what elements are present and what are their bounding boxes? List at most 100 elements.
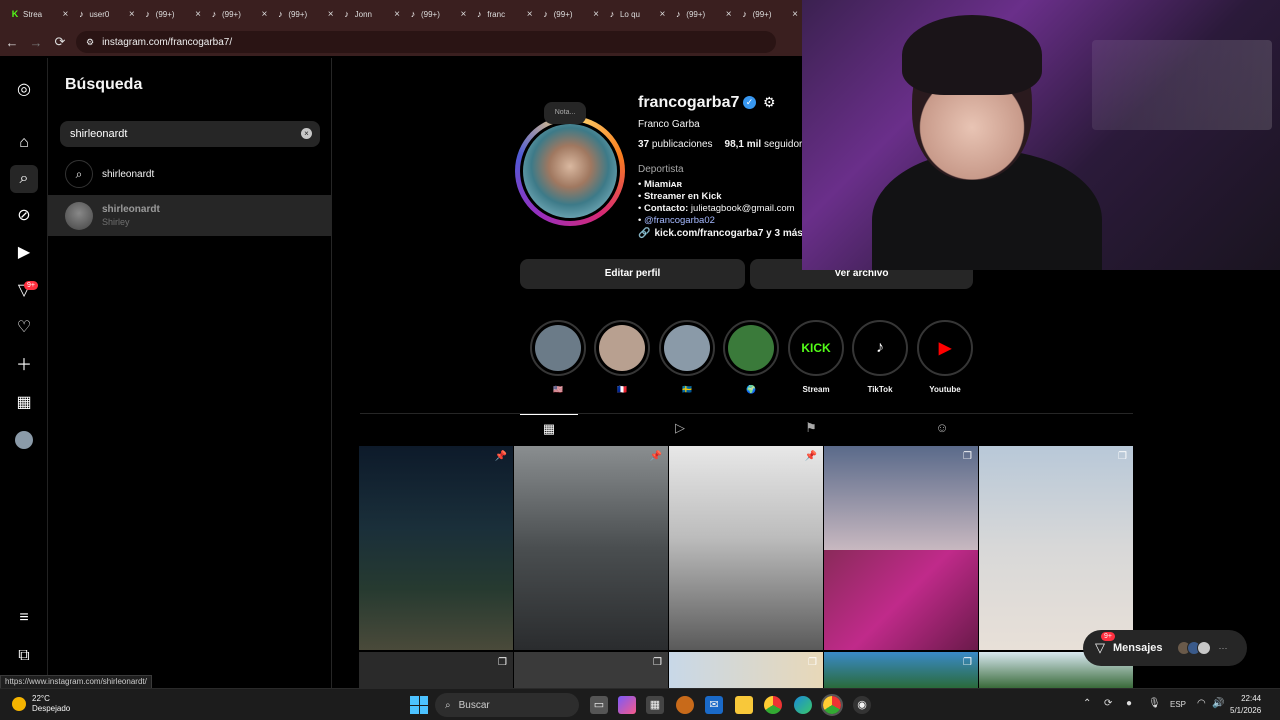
search-result-keyword[interactable]: ⌕ shirleonardt — [48, 156, 332, 192]
story-highlight[interactable]: ♪ TikTok — [852, 320, 908, 394]
browser-tab[interactable]: ♪ (99+) × — [537, 3, 603, 25]
messages-badge: 9+ — [24, 281, 38, 290]
close-tab-icon[interactable]: × — [792, 9, 798, 20]
story-highlight[interactable]: KICK Stream — [788, 320, 844, 394]
close-tab-icon[interactable]: × — [527, 9, 533, 20]
wifi-icon[interactable]: ◠ — [1197, 698, 1206, 709]
browser-tab[interactable]: ♪ franc × — [470, 3, 536, 25]
edge-icon[interactable] — [794, 696, 812, 714]
profile-avatar[interactable] — [12, 428, 36, 452]
search-result-account[interactable]: shirleonardt Shirley — [48, 195, 332, 236]
language-indicator[interactable]: ESP — [1170, 700, 1186, 709]
tray-app-icon[interactable]: ● — [1126, 698, 1132, 709]
back-icon[interactable]: ← — [0, 35, 24, 50]
close-tab-icon[interactable]: × — [195, 9, 201, 20]
browser-tab[interactable]: ♪ Lo qu × — [603, 3, 669, 25]
threads-icon[interactable]: ⧉ — [12, 644, 36, 668]
copilot-icon[interactable] — [618, 696, 636, 714]
obs-icon[interactable]: ◉ — [853, 696, 871, 714]
tab-saved-icon[interactable]: ⚑ — [782, 414, 840, 442]
tab-tagged-icon[interactable]: ☺ — [913, 414, 971, 442]
tab-posts-grid-icon[interactable]: ▦ — [520, 414, 578, 442]
close-tab-icon[interactable]: × — [394, 9, 400, 20]
close-tab-icon[interactable]: × — [328, 9, 334, 20]
browser-tab[interactable]: K Strea × — [6, 3, 72, 25]
grid-post[interactable] — [824, 550, 978, 650]
close-tab-icon[interactable]: × — [659, 9, 665, 20]
close-tab-icon[interactable]: × — [460, 9, 466, 20]
browser-tab[interactable]: ♪ Jonn × — [338, 3, 404, 25]
story-highlight[interactable]: 🇺🇸 — [530, 320, 586, 394]
bio-external-link[interactable]: 🔗 kick.com/francogarba7 y 3 más — [638, 228, 803, 239]
tray-chevron-icon[interactable]: ⌃ — [1083, 698, 1091, 709]
browser-tab[interactable]: ♪ (99+) × — [139, 3, 205, 25]
instagram-logo-icon[interactable]: ◎ — [12, 78, 36, 102]
dashboard-icon[interactable]: ▦ — [12, 391, 36, 415]
settings-gear-icon[interactable]: ⚙ — [763, 94, 776, 111]
grid-post[interactable]: 📌 — [514, 446, 668, 650]
start-button[interactable] — [410, 696, 428, 714]
close-tab-icon[interactable]: × — [261, 9, 267, 20]
search-panel: Búsqueda × ⌕ shirleonardt shirleonardt S… — [48, 58, 332, 688]
grid-post[interactable]: ❐ — [824, 652, 978, 688]
grid-post[interactable]: ❐ — [514, 652, 668, 688]
store-icon[interactable]: ▦ — [646, 696, 664, 714]
messages-pill[interactable]: ▽ 9+ Mensajes ··· — [1083, 630, 1247, 666]
search-input[interactable] — [60, 121, 320, 147]
task-view-icon[interactable]: ▭ — [590, 696, 608, 714]
tray-sync-icon[interactable]: ⟳ — [1104, 698, 1112, 709]
close-tab-icon[interactable]: × — [726, 9, 732, 20]
forward-icon[interactable]: → — [24, 35, 48, 50]
mail-icon[interactable]: ✉ — [705, 696, 723, 714]
edit-profile-button[interactable]: Editar perfil — [520, 259, 745, 289]
note-bubble[interactable]: Nota... — [544, 102, 586, 124]
reload-icon[interactable]: ⟳ — [48, 34, 72, 50]
tab-reels-icon[interactable]: ▷ — [651, 414, 709, 442]
story-highlight[interactable]: 🌍 — [723, 320, 779, 394]
create-icon[interactable]: ＋ — [12, 354, 36, 378]
chrome-active-icon[interactable] — [821, 694, 843, 716]
followers-count[interactable]: 98,1 mil seguidores — [725, 139, 813, 150]
notifications-icon[interactable]: ♡ — [12, 316, 36, 340]
close-tab-icon[interactable]: × — [593, 9, 599, 20]
file-explorer-icon[interactable] — [735, 696, 753, 714]
browser-tab[interactable]: ♪ (99+) × — [205, 3, 271, 25]
home-icon[interactable]: ⌂ — [12, 131, 36, 155]
profile-avatar[interactable] — [520, 121, 620, 221]
verified-badge-icon: ✓ — [743, 96, 756, 109]
browser-tab[interactable]: ♪ (99+) × — [736, 3, 802, 25]
grid-post[interactable]: 📌 — [359, 446, 513, 650]
brave-icon[interactable] — [676, 696, 694, 714]
grid-post[interactable]: ❐ — [824, 446, 978, 550]
taskbar-clock[interactable]: 22:44 5/1/2026 — [1230, 693, 1261, 717]
address-bar[interactable]: ⚙ instagram.com/francogarba7/ — [76, 31, 776, 53]
carousel-icon: ❐ — [1118, 451, 1127, 462]
status-link: https://www.instagram.com/shirleonardt/ — [0, 675, 152, 689]
story-highlight[interactable]: 🇫🇷 — [594, 320, 650, 394]
browser-tab[interactable]: ♪ user0 × — [72, 3, 138, 25]
close-tab-icon[interactable]: × — [129, 9, 135, 20]
weather-widget[interactable]: 22°C Despejado — [12, 694, 70, 714]
browser-tab[interactable]: ♪ (99+) × — [669, 3, 735, 25]
volume-icon[interactable]: 🔊 — [1212, 698, 1224, 709]
site-info-icon[interactable]: ⚙ — [86, 37, 94, 48]
more-menu-icon[interactable]: ≡ — [12, 606, 36, 630]
close-tab-icon[interactable]: × — [62, 9, 68, 20]
bio-mention-link[interactable]: @francogarba02 — [644, 215, 715, 226]
microphone-icon[interactable]: 🎙 — [1148, 698, 1161, 709]
taskbar-search[interactable]: ⌕ Buscar — [435, 693, 579, 717]
chrome-icon[interactable] — [764, 696, 782, 714]
explore-icon[interactable]: ⊘ — [12, 204, 36, 228]
grid-post[interactable]: 📌 — [669, 446, 823, 650]
clear-search-icon[interactable]: × — [301, 128, 312, 139]
webcam-overlay — [802, 0, 1280, 270]
story-highlight[interactable]: 🇸🇪 — [659, 320, 715, 394]
grid-post[interactable]: ❐ — [979, 446, 1133, 650]
story-highlight[interactable]: ▶ Youtube — [917, 320, 973, 394]
search-icon[interactable]: ⌕ — [10, 165, 38, 193]
reels-icon[interactable]: ▶ — [12, 241, 36, 265]
grid-post[interactable]: ❐ — [669, 652, 823, 688]
browser-tab[interactable]: ♪ (99+) × — [404, 3, 470, 25]
browser-tab[interactable]: ♪ (99+) × — [271, 3, 337, 25]
grid-post[interactable]: ❐ — [359, 652, 513, 688]
